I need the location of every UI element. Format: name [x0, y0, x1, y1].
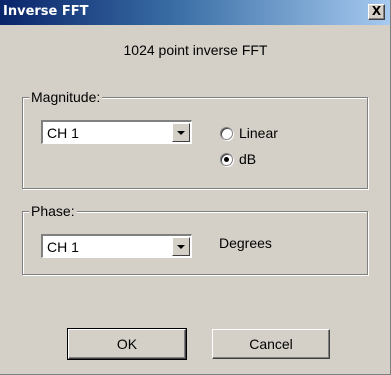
- dropdown-arrow-icon[interactable]: [172, 237, 190, 256]
- phase-unit-label: Degrees: [219, 235, 272, 251]
- ok-button[interactable]: OK: [67, 328, 187, 360]
- window-title: Inverse FFT: [3, 4, 89, 19]
- magnitude-channel-dropdown[interactable]: CH 1: [41, 120, 192, 144]
- title-bar[interactable]: Inverse FFT X: [0, 0, 390, 25]
- close-icon: X: [371, 4, 382, 18]
- phase-channel-value: CH 1: [47, 239, 79, 255]
- phase-group: Phase: CH 1 Degrees: [22, 203, 368, 275]
- linear-radio-label[interactable]: Linear: [239, 125, 278, 141]
- linear-radio[interactable]: [220, 127, 233, 140]
- close-button[interactable]: X: [368, 4, 385, 20]
- db-radio[interactable]: [220, 153, 233, 166]
- magnitude-group-label: Magnitude:: [29, 89, 103, 105]
- db-radio-label[interactable]: dB: [239, 151, 256, 167]
- magnitude-channel-value: CH 1: [47, 125, 79, 141]
- dropdown-arrow-icon[interactable]: [172, 123, 190, 142]
- fft-size-description: 1024 point inverse FFT: [123, 42, 268, 58]
- magnitude-group: Magnitude: CH 1 Linear dB: [22, 89, 368, 189]
- cancel-button[interactable]: Cancel: [212, 329, 330, 359]
- phase-channel-dropdown[interactable]: CH 1: [41, 234, 192, 258]
- inverse-fft-dialog: Inverse FFT X 1024 point inverse FFT Mag…: [0, 0, 391, 375]
- phase-group-label: Phase:: [29, 203, 77, 219]
